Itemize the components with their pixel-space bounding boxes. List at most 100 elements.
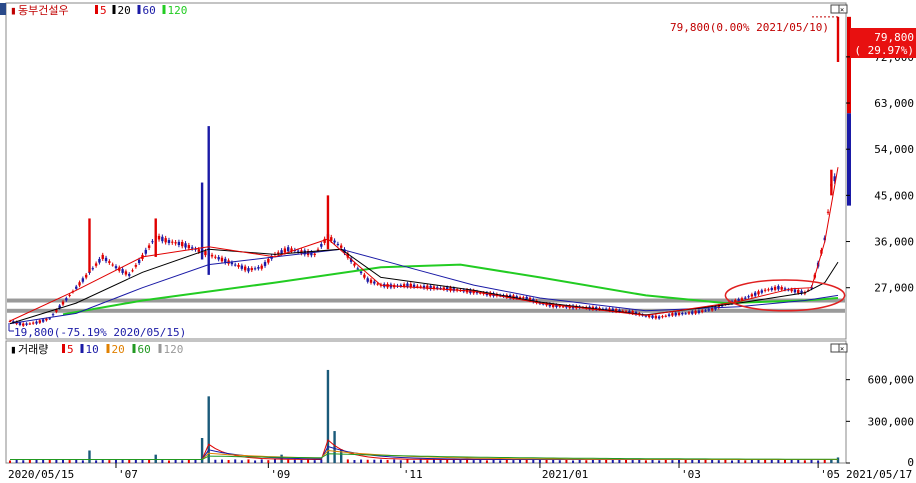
candle	[164, 238, 167, 243]
price-legend-swatch	[112, 5, 116, 14]
candle	[280, 250, 283, 254]
volume-bar	[366, 459, 369, 463]
candle	[353, 263, 356, 266]
candle	[654, 315, 658, 319]
volume-bar	[678, 459, 681, 463]
candle	[28, 323, 32, 325]
price-y-tick-label: 36,000	[874, 236, 914, 249]
candle	[210, 254, 214, 257]
volume-bar	[28, 459, 31, 463]
volume-bar	[717, 460, 720, 463]
volume-legend-swatch	[62, 344, 65, 353]
candle	[701, 310, 704, 312]
candle	[204, 251, 207, 256]
volume-bar	[128, 459, 131, 463]
candle	[171, 241, 174, 243]
candle	[763, 289, 767, 291]
volume-bar	[803, 460, 806, 463]
candle	[45, 318, 48, 321]
candle	[230, 262, 234, 265]
candle	[770, 287, 773, 291]
x-tick-label: '03	[681, 468, 701, 481]
candle	[181, 241, 184, 247]
candle	[260, 265, 263, 269]
candle	[78, 282, 81, 286]
volume-bar	[194, 459, 197, 463]
candle	[243, 266, 247, 271]
candle	[124, 271, 128, 275]
candle	[267, 258, 270, 263]
low-price-annotation: 19,800(-75.19% 2020/05/15)	[14, 326, 186, 339]
candle	[694, 310, 697, 314]
volume-bar	[631, 460, 634, 463]
candle	[98, 258, 101, 263]
candle	[767, 289, 770, 291]
volume-legend-swatch	[80, 344, 84, 353]
volume-bar	[426, 460, 429, 463]
panel-tab-icon[interactable]	[0, 3, 6, 15]
close-icon: ×	[840, 345, 844, 353]
candle	[296, 250, 300, 252]
volume-ma10-line	[10, 445, 838, 460]
candle	[38, 320, 42, 323]
candle	[681, 313, 684, 315]
volume-bar-spike	[340, 449, 343, 463]
volume-bar	[214, 459, 217, 463]
volume-panel-frame	[5, 340, 847, 464]
volume-bar	[744, 460, 747, 463]
volume-bar	[784, 459, 787, 463]
candle	[671, 313, 674, 316]
volume-bar	[220, 459, 223, 463]
volume-bar	[532, 459, 535, 463]
volume-bar-spike	[830, 459, 833, 463]
price-legend-swatch	[95, 5, 98, 14]
x-tick-label: '11	[403, 468, 423, 481]
candle	[247, 268, 250, 272]
candle	[187, 245, 191, 249]
candle	[253, 268, 257, 270]
candle	[661, 316, 664, 318]
candle-spike	[326, 195, 330, 250]
volume-bar	[671, 460, 674, 463]
volume-bar	[552, 459, 555, 463]
candle	[797, 289, 800, 294]
volume-bar	[697, 459, 700, 463]
candle	[697, 310, 701, 314]
candle	[134, 265, 138, 267]
volume-bar	[81, 460, 84, 463]
candle	[648, 315, 651, 318]
volume-legend-label: 거래량	[18, 343, 48, 356]
candle	[525, 296, 528, 300]
candle	[161, 236, 164, 242]
candle	[313, 253, 316, 256]
volume-bar	[9, 460, 11, 463]
candle	[320, 244, 323, 247]
volume-bar	[134, 459, 137, 463]
candle-spike	[830, 169, 833, 196]
candle	[783, 288, 787, 290]
candle	[217, 257, 220, 260]
volume-bar	[121, 459, 124, 463]
volume-bar	[432, 459, 435, 463]
volume-bar	[585, 460, 588, 463]
volume-panel-maximize-button[interactable]	[830, 343, 840, 353]
candle	[376, 283, 379, 285]
x-tick-label: '09	[270, 468, 290, 481]
candle	[257, 267, 260, 269]
volume-bar	[68, 460, 71, 463]
volume-bar	[525, 459, 528, 463]
volume-bar	[167, 460, 170, 463]
volume-bar	[757, 460, 760, 463]
volume-bar	[711, 459, 714, 463]
price-panel-maximize-button[interactable]	[830, 4, 840, 14]
candle	[707, 309, 711, 311]
candle	[340, 245, 343, 248]
volume-legend-label: 10	[86, 343, 99, 356]
candle	[131, 270, 134, 272]
candle	[68, 294, 71, 296]
volume-bar	[108, 460, 111, 463]
volume-bar	[764, 459, 767, 463]
candle	[790, 289, 793, 292]
volume-legend-marker: ▮	[10, 343, 17, 356]
candle	[157, 235, 161, 240]
